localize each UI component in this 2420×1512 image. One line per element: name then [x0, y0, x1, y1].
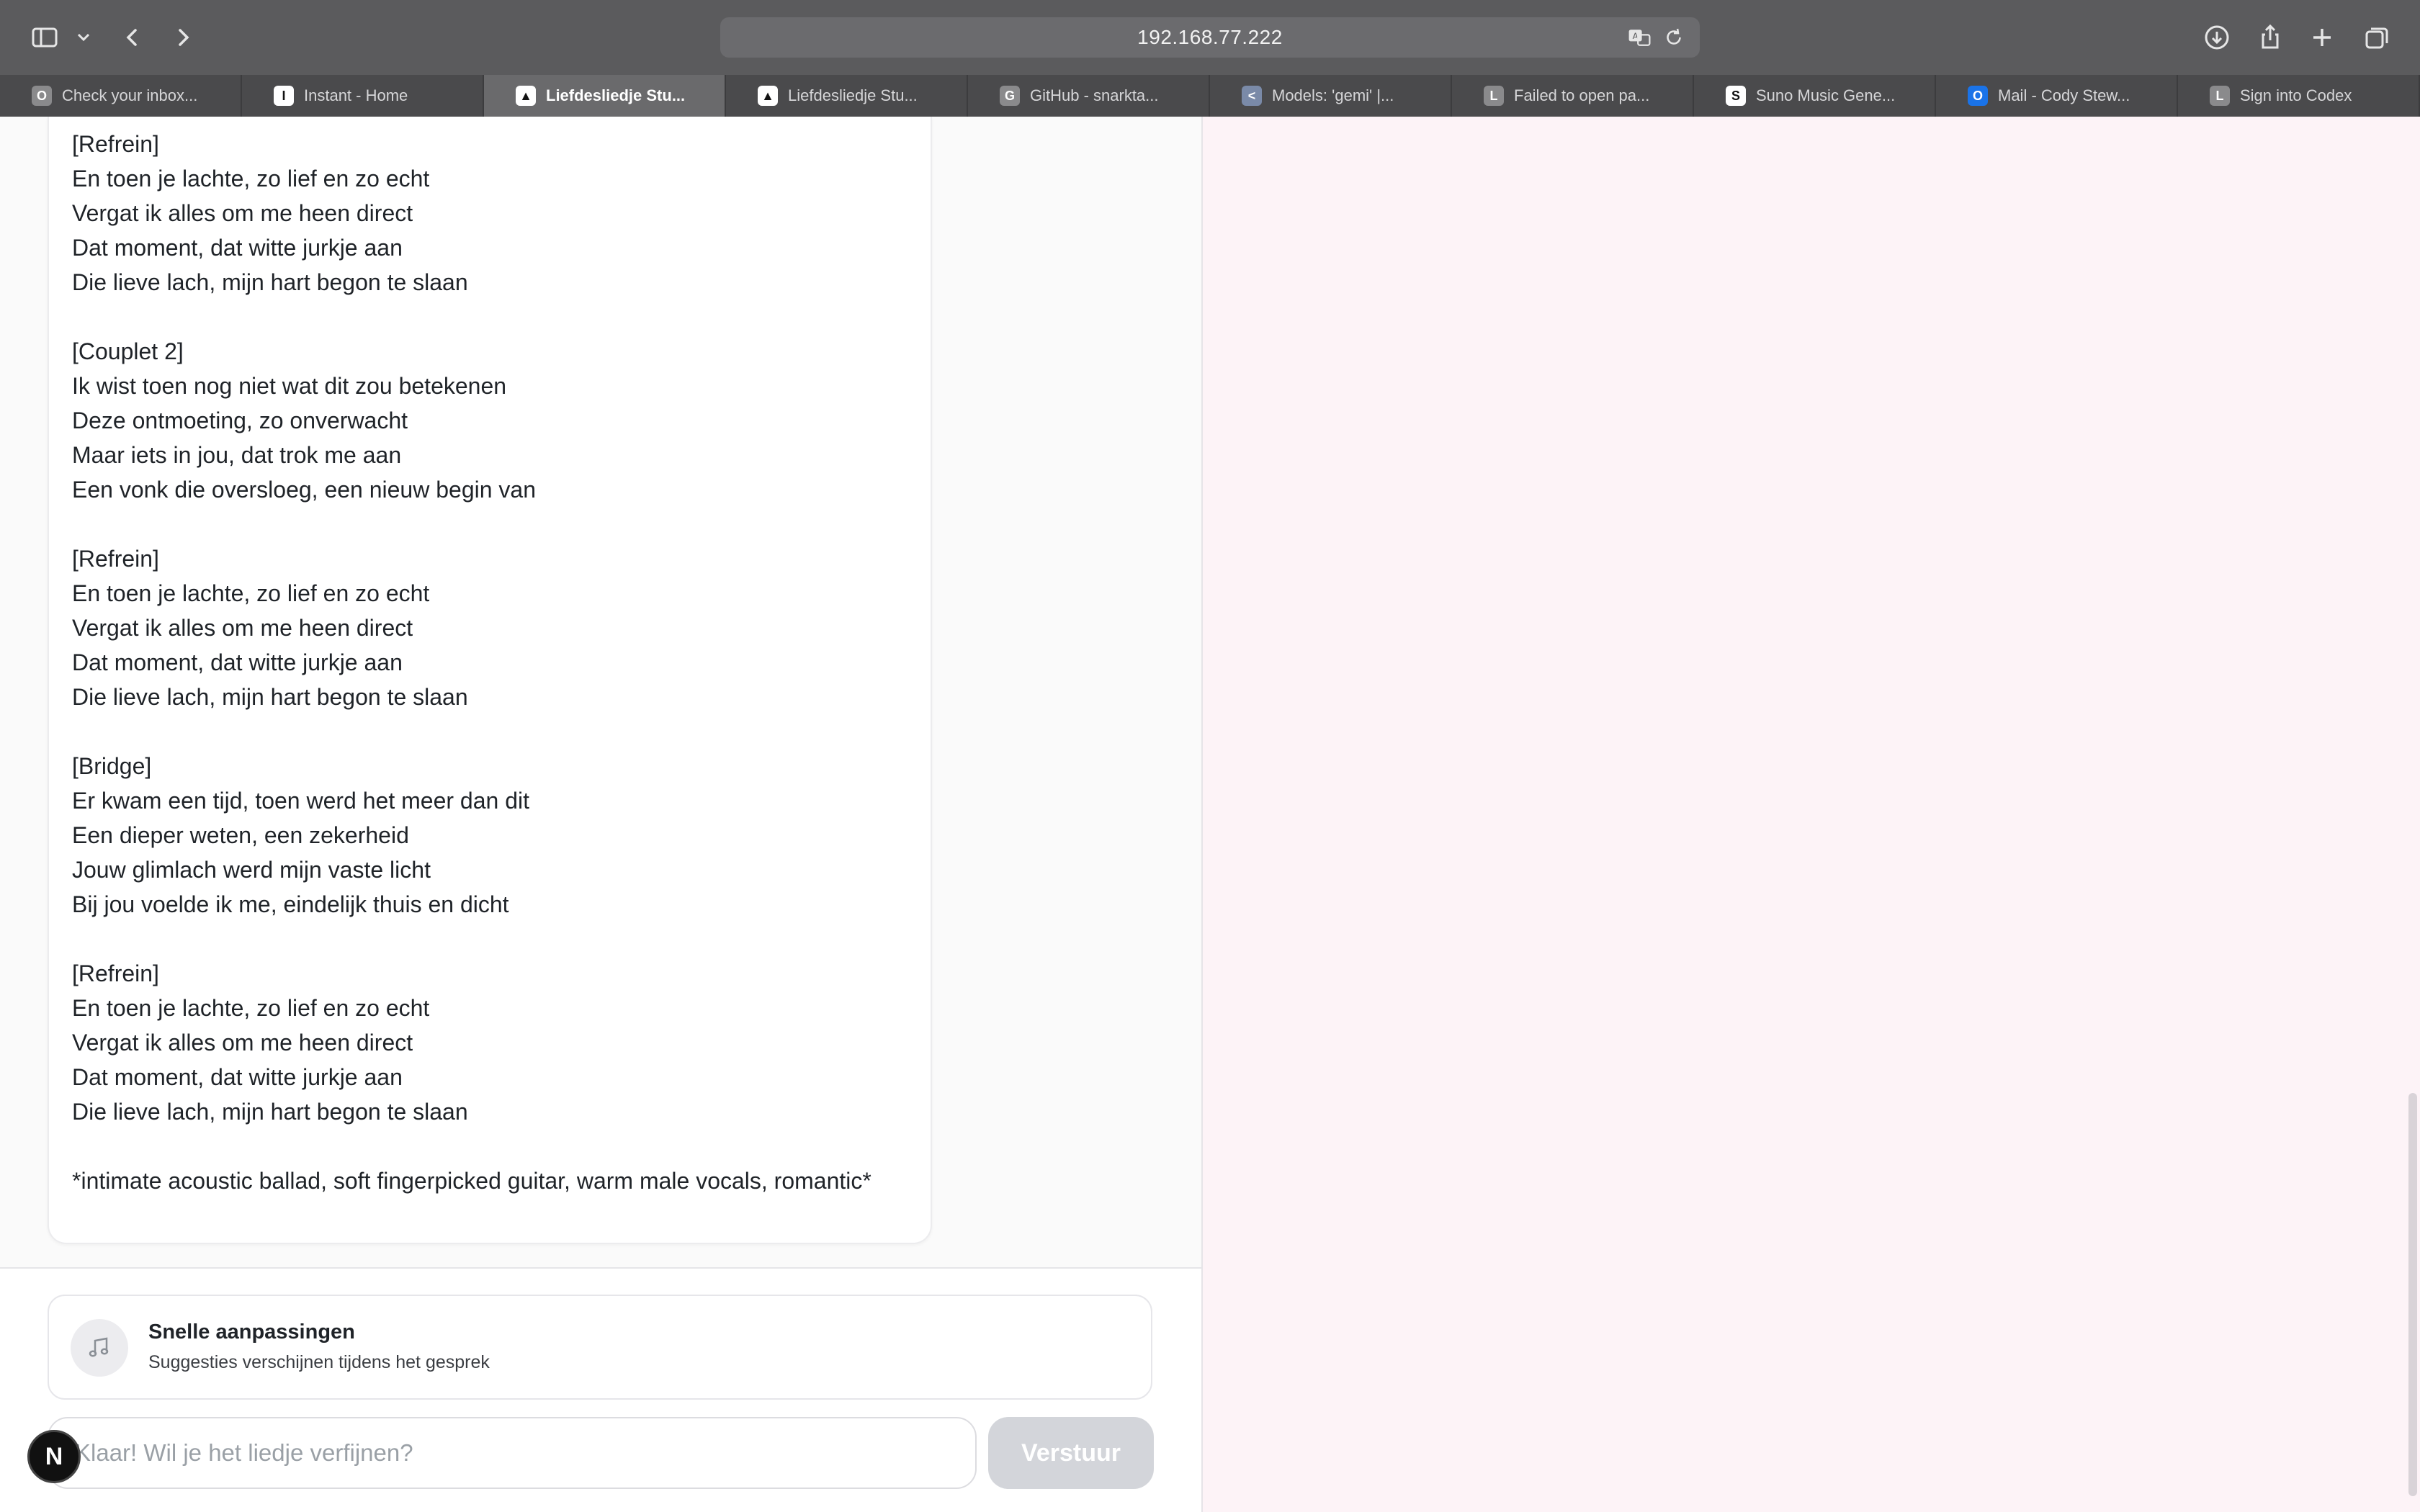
tab-favicon-icon: S	[1726, 86, 1746, 106]
lyrics-stanza: [Refrein] En toen je lachte, zo lief en z…	[72, 127, 908, 300]
tab-label: GitHub - snarkta...	[1030, 86, 1159, 104]
browser-tab[interactable]: ▲ Liefdesliedje Stu...	[726, 75, 968, 117]
lyric-line: Dat moment, dat witte jurkje aan	[72, 235, 403, 261]
stanza-heading: [Refrein]	[72, 960, 159, 986]
lyric-line: Vergat ik alles om me heen direct	[72, 1030, 413, 1056]
tab-label: Failed to open pa...	[1514, 86, 1650, 104]
lyric-line: Een vonk die oversloeg, een nieuw begin …	[72, 477, 536, 503]
tab-favicon-icon: L	[2210, 86, 2230, 106]
lyric-line: Bij jou voelde ik me, eindelijk thuis en…	[72, 891, 509, 917]
stanza-heading: [Couplet 2]	[72, 338, 184, 364]
browser-tab[interactable]: S Suno Music Gene...	[1694, 75, 1936, 117]
scrollbar[interactable]	[2408, 1093, 2417, 1496]
url-text: 192.168.77.222	[1137, 26, 1283, 48]
share-icon[interactable]	[2253, 20, 2287, 55]
lyric-line: Ik wist toen nog niet wat dit zou beteke…	[72, 373, 507, 399]
address-bar[interactable]: 192.168.77.222 A	[720, 17, 1700, 58]
quick-adjustments-card[interactable]: Snelle aanpassingen Suggesties verschijn…	[48, 1295, 1152, 1400]
lyric-line: Dat moment, dat witte jurkje aan	[72, 649, 403, 675]
lyric-line: Die lieve lach, mijn hart begon te slaan	[72, 684, 468, 710]
lyrics-stanza: [Bridge] Er kwam een tijd, toen werd het …	[72, 749, 908, 922]
lyric-line: Dat moment, dat witte jurkje aan	[72, 1064, 403, 1090]
tab-favicon-icon: I	[274, 86, 294, 106]
lyric-line: Deze ontmoeting, zo onverwacht	[72, 408, 408, 433]
preview-pane	[1203, 117, 2420, 1512]
back-icon[interactable]	[115, 20, 150, 55]
lyric-line: Die lieve lach, mijn hart begon te slaan	[72, 269, 468, 295]
lyric-line: Die lieve lach, mijn hart begon te slaan	[72, 1099, 468, 1125]
lyric-line: Jouw glimlach werd mijn vaste licht	[72, 857, 431, 883]
tab-favicon-icon: O	[32, 86, 52, 106]
tab-label: Models: 'gemi' |...	[1272, 86, 1394, 104]
quick-adjustments-subtitle: Suggesties verschijnen tijdens het gespr…	[148, 1352, 490, 1372]
forward-icon[interactable]	[166, 20, 200, 55]
music-note-icon	[71, 1319, 128, 1377]
lyrics-stanza: [Couplet 2] Ik wist toen nog niet wat dit…	[72, 334, 908, 507]
tab-overview-icon[interactable]	[2360, 20, 2394, 55]
lyrics-stanza: [Refrein] En toen je lachte, zo lief en z…	[72, 956, 908, 1129]
lyric-line: Vergat ik alles om me heen direct	[72, 615, 413, 641]
tab-label: Mail - Cody Stew...	[1998, 86, 2130, 104]
lyric-line: Vergat ik alles om me heen direct	[72, 200, 413, 226]
message-input-wrapper	[48, 1417, 977, 1489]
composer: Snelle aanpassingen Suggesties verschijn…	[0, 1269, 1201, 1512]
stanza-heading: [Bridge]	[72, 753, 152, 779]
lyrics-stanzas: [Refrein] En toen je lachte, zo lief en z…	[72, 127, 908, 1129]
tab-favicon-icon: ▲	[758, 86, 778, 106]
browser-tab[interactable]: ▲ Liefdesliedje Stu...	[484, 75, 726, 117]
browser-tab[interactable]: L Sign into Codex	[2178, 75, 2420, 117]
message-input[interactable]	[73, 1439, 975, 1467]
tab-bar: O Check your inbox... I Instant - Home ▲ Lief…	[0, 75, 2420, 118]
lyric-line: En toen je lachte, zo lief en zo echt	[72, 166, 430, 192]
stanza-heading: [Refrein]	[72, 546, 159, 572]
chat-pane: [Refrein] En toen je lachte, zo lief en z…	[0, 117, 1203, 1512]
tab-favicon-icon: G	[1000, 86, 1020, 106]
browser-tab[interactable]: G GitHub - snarkta...	[968, 75, 1210, 117]
send-button[interactable]: Verstuur	[988, 1417, 1154, 1489]
tab-label: Liefdesliedje Stu...	[788, 86, 918, 104]
tab-label: Sign into Codex	[2240, 86, 2352, 104]
lyric-line: En toen je lachte, zo lief en zo echt	[72, 995, 430, 1021]
lyric-line: En toen je lachte, zo lief en zo echt	[72, 580, 430, 606]
new-tab-icon[interactable]	[2305, 20, 2339, 55]
tab-favicon-icon: L	[1484, 86, 1504, 106]
tab-label: Suno Music Gene...	[1756, 86, 1896, 104]
sidebar-toggle-icon[interactable]	[27, 20, 62, 55]
tab-favicon-icon: O	[1968, 86, 1988, 106]
browser-tab[interactable]: O Mail - Cody Stew...	[1936, 75, 2178, 117]
browser-tab[interactable]: I Instant - Home	[242, 75, 484, 117]
lyric-line: Een dieper weten, een zekerheid	[72, 822, 409, 848]
style-note: *intimate acoustic ballad, soft fingerpi…	[72, 1168, 871, 1194]
chevron-down-icon[interactable]	[66, 20, 101, 55]
tab-label: Instant - Home	[304, 86, 408, 104]
reload-icon[interactable]	[1659, 23, 1688, 52]
browser-tab[interactable]: O Check your inbox...	[0, 75, 242, 117]
browser-toolbar: 192.168.77.222 A	[0, 0, 2420, 75]
browser-tab[interactable]: L Failed to open pa...	[1452, 75, 1694, 117]
lyrics-stanza: [Refrein] En toen je lachte, zo lief en z…	[72, 541, 908, 714]
lyric-line: Maar iets in jou, dat trok me aan	[72, 442, 402, 468]
lyrics-message: [Refrein] En toen je lachte, zo lief en z…	[48, 117, 932, 1244]
tab-favicon-icon: <	[1242, 86, 1262, 106]
tab-label: Liefdesliedje Stu...	[546, 86, 686, 104]
browser-tab[interactable]: < Models: 'gemi' |...	[1210, 75, 1452, 117]
quick-adjustments-title: Snelle aanpassingen	[148, 1320, 355, 1344]
dev-tools-badge[interactable]: N	[27, 1430, 81, 1483]
page: [Refrein] En toen je lachte, zo lief en z…	[0, 117, 2420, 1512]
lyric-line: Er kwam een tijd, toen werd het meer dan…	[72, 788, 529, 814]
tab-label: Check your inbox...	[62, 86, 198, 104]
translate-icon[interactable]: A	[1625, 23, 1654, 52]
downloads-icon[interactable]	[2200, 20, 2234, 55]
stanza-heading: [Refrein]	[72, 131, 159, 157]
tab-favicon-icon: ▲	[516, 86, 536, 106]
